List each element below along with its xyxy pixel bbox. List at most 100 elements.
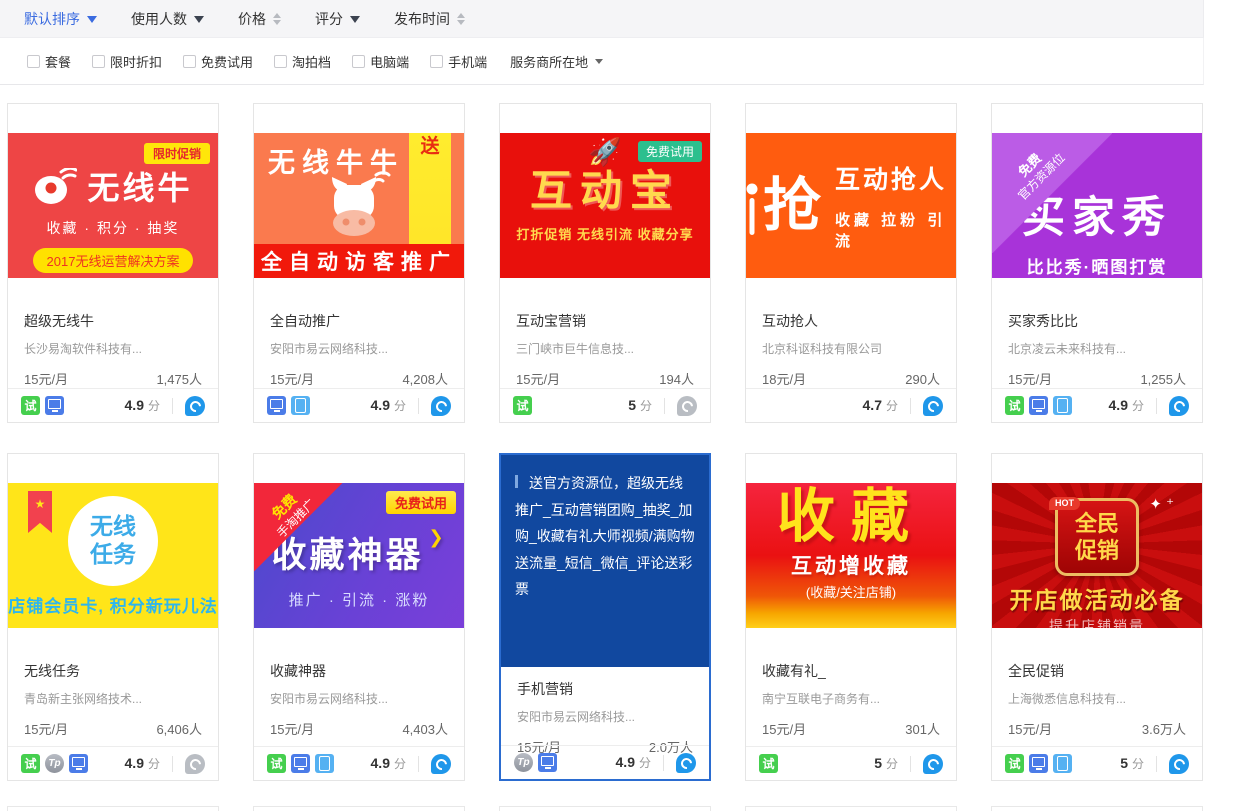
- service-card-selected[interactable]: 送官方资源位，超级无线推广_互动营销团购_抽奖_加购_收藏有礼大师视频/满购物送…: [499, 453, 711, 781]
- service-company: 上海微悉信息科技有...: [1008, 690, 1186, 707]
- rating-value: 4.9: [1109, 397, 1128, 413]
- service-title[interactable]: 全民促销: [1008, 661, 1186, 681]
- divider: [1156, 398, 1157, 414]
- bookmark-ribbon-icon: [28, 491, 52, 533]
- wangwang-icon[interactable]: [923, 396, 943, 416]
- wangwang-icon[interactable]: [677, 396, 697, 416]
- checkbox-icon[interactable]: [183, 55, 196, 68]
- wangwang-icon[interactable]: [923, 754, 943, 774]
- banner-subtitle: 开店做活动必备: [992, 581, 1202, 615]
- service-banner: 限时促销 无线牛 收藏 · 积分 · 抽奖 2017无线运营解决方案: [8, 133, 218, 278]
- banner-subtitle: 比比秀·晒图打赏: [992, 253, 1202, 278]
- service-users: 194人: [659, 369, 694, 388]
- divider: [418, 756, 419, 772]
- sort-rating[interactable]: 评分: [315, 9, 360, 29]
- service-card[interactable]: 免费试用 🚀 互动宝 打折促销 无线引流 收藏分享 互动宝营销 三门峡市巨牛信息…: [499, 103, 711, 423]
- filter-mobile-label: 手机端: [448, 52, 487, 71]
- sort-publish-time[interactable]: 发布时间: [394, 9, 465, 29]
- service-banner: 免费 官方资源位 买家秀 比比秀·晒图打赏: [992, 133, 1202, 278]
- rating-value: 5: [1120, 755, 1128, 771]
- service-title[interactable]: 互动抢人: [762, 311, 940, 331]
- sort-users[interactable]: 使用人数: [131, 9, 204, 29]
- checkbox-icon[interactable]: [27, 55, 40, 68]
- divider: [1156, 756, 1157, 772]
- checkbox-icon[interactable]: [352, 55, 365, 68]
- sort-default[interactable]: 默认排序: [24, 9, 97, 29]
- hot-tag: HOT: [1049, 497, 1080, 510]
- service-card[interactable]: 抢 互动抢人 收藏 拉粉 引流 互动抢人 北京科讴科技有限公司 18元/月 29…: [745, 103, 957, 423]
- sort-default-label: 默认排序: [24, 9, 80, 29]
- sort-updown-icon: [273, 13, 281, 25]
- next-row-card-stub: [745, 806, 957, 811]
- trial-badge-icon: 试: [21, 754, 40, 773]
- service-title[interactable]: 全自动推广: [270, 311, 448, 331]
- service-price: 15元/月: [1008, 719, 1052, 738]
- service-price: 15元/月: [24, 719, 68, 738]
- service-card[interactable]: 无线牛牛 送 手淘 展位 全自动访客推广 全自动推广 安阳市易云网络科技...: [253, 103, 465, 423]
- sort-users-label: 使用人数: [131, 9, 187, 29]
- banner-title: 互动宝: [500, 168, 710, 214]
- divider: [418, 398, 419, 414]
- service-users: 6,406人: [156, 719, 202, 738]
- wireless-eye-icon: [33, 168, 77, 204]
- checkbox-icon[interactable]: [274, 55, 287, 68]
- rating-suffix: 分: [886, 755, 898, 772]
- service-card[interactable]: 收藏 互动增收藏 (收藏/关注店铺) 收藏有礼_ 南宁互联电子商务有... 15…: [745, 453, 957, 781]
- service-title[interactable]: 收藏神器: [270, 661, 448, 681]
- wangwang-icon[interactable]: [431, 754, 451, 774]
- banner-logo-circle: 无线 任务: [68, 496, 158, 586]
- service-banner: 免费 手淘推广 免费试用 收藏神器 推广 · 引流 · 涨粉: [254, 483, 464, 628]
- service-card[interactable]: HOT 全民 促销 开店做活动必备 提升店铺销量 全民促销 上海微悉信息科技有.…: [991, 453, 1203, 781]
- sort-price[interactable]: 价格: [238, 9, 281, 29]
- chevron-down-icon: [595, 59, 603, 68]
- wangwang-icon[interactable]: [1169, 754, 1189, 774]
- checkbox-icon[interactable]: [92, 55, 105, 68]
- wangwang-icon[interactable]: [676, 753, 696, 773]
- filter-mobile[interactable]: 手机端: [430, 52, 487, 71]
- banner-title: 互动抢人: [835, 160, 956, 196]
- filter-package[interactable]: 套餐: [27, 52, 71, 71]
- wangwang-icon[interactable]: [431, 396, 451, 416]
- rating-value: 5: [874, 755, 882, 771]
- banner-title: 收藏: [746, 487, 956, 548]
- service-price: 15元/月: [24, 369, 68, 388]
- circle-text: 无线: [90, 513, 136, 541]
- service-users: 3.6万人: [1142, 719, 1186, 738]
- service-market-page: 默认排序 使用人数 价格 评分 发布时间 套餐 限时折扣: [0, 0, 1238, 811]
- service-company: 南宁互联电子商务有...: [762, 690, 940, 707]
- service-card[interactable]: 限时促销 无线牛 收藏 · 积分 · 抽奖 2017无线运营解决方案 超级无线牛…: [7, 103, 219, 423]
- provider-location-dropdown[interactable]: 服务商所在地: [510, 52, 603, 71]
- rating-suffix: 分: [394, 397, 406, 414]
- filter-taopaidang[interactable]: 淘拍档: [274, 52, 331, 71]
- service-title[interactable]: 无线任务: [24, 661, 202, 681]
- banner-logo-frame: HOT 全民 促销: [1055, 498, 1139, 576]
- service-card[interactable]: 免费 官方资源位 买家秀 比比秀·晒图打赏 买家秀比比 北京凌云未来科技有...…: [991, 103, 1203, 423]
- service-title[interactable]: 超级无线牛: [24, 311, 202, 331]
- service-description: 送官方资源位，超级无线推广_互动营销团购_抽奖_加购_收藏有礼大师视频/满购物送…: [515, 475, 695, 597]
- mobile-badge-icon: [1053, 396, 1072, 415]
- checkbox-icon[interactable]: [430, 55, 443, 68]
- filter-free-trial[interactable]: 免费试用: [183, 52, 253, 71]
- pc-badge-icon: [538, 753, 557, 772]
- service-title[interactable]: 收藏有礼_: [762, 661, 940, 681]
- filter-limited-discount[interactable]: 限时折扣: [92, 52, 162, 71]
- service-title[interactable]: 手机营销: [517, 679, 693, 699]
- trial-badge-icon: 试: [513, 396, 532, 415]
- banner-subtitle: 互动增收藏: [746, 550, 956, 580]
- service-company: 三门峡市巨牛信息技...: [516, 340, 694, 357]
- service-title[interactable]: 买家秀比比: [1008, 311, 1186, 331]
- service-card[interactable]: 免费 手淘推广 免费试用 收藏神器 推广 · 引流 · 涨粉 收藏神器 安阳市易…: [253, 453, 465, 781]
- service-company: 安阳市易云网络科技...: [270, 690, 448, 707]
- service-company: 安阳市易云网络科技...: [270, 340, 448, 357]
- banner-pill: 2017无线运营解决方案: [33, 248, 194, 273]
- card-footer: 试 Tp 4.9分: [8, 746, 218, 780]
- free-trial-badge: 免费试用: [638, 141, 702, 162]
- filter-pc[interactable]: 电脑端: [352, 52, 409, 71]
- card-footer: 试 4.9分: [992, 388, 1202, 422]
- service-card[interactable]: 无线 任务 店铺会员卡, 积分新玩儿法 无线任务 青岛新主张网络技术... 15…: [7, 453, 219, 781]
- rating-value: 4.9: [371, 755, 390, 771]
- wangwang-icon[interactable]: [185, 396, 205, 416]
- wangwang-icon[interactable]: [185, 754, 205, 774]
- wangwang-icon[interactable]: [1169, 396, 1189, 416]
- service-title[interactable]: 互动宝营销: [516, 311, 694, 331]
